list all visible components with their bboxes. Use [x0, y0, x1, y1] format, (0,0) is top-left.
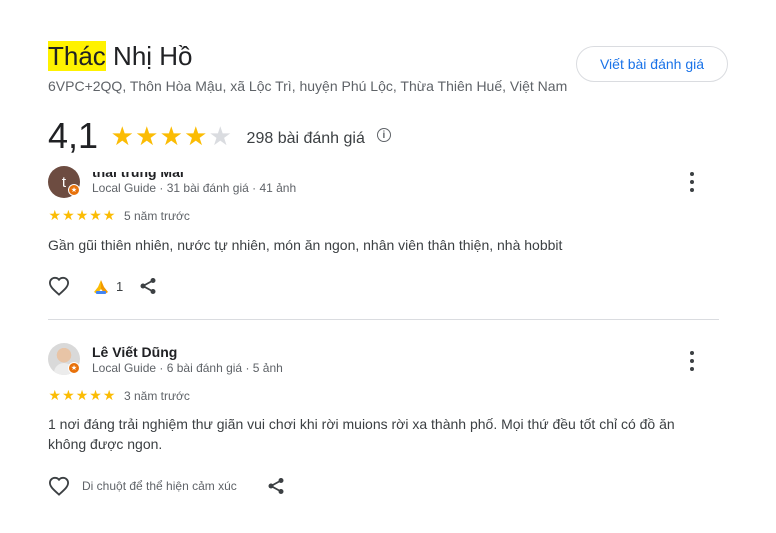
folded-hands-icon[interactable] [92, 277, 110, 295]
star-icon: ★ [159, 121, 183, 151]
rating-summary: 4,1 ★ ★ ★ ★ ★ 298 bài đánh giá i [48, 114, 391, 158]
more-options-icon[interactable] [688, 172, 696, 192]
share-icon[interactable] [267, 477, 285, 495]
review-date: 5 năm trước [124, 209, 190, 223]
star-empty-icon: ★ [208, 121, 232, 151]
reviewer-name[interactable]: thái trung Mai [92, 172, 184, 180]
review-stars: ★ ★ ★ ★ ★ [48, 388, 116, 402]
place-title: Thác Nhị Hồ [48, 41, 193, 72]
like-heart-icon[interactable] [48, 476, 70, 496]
star-icon: ★ [102, 387, 116, 403]
star-icon: ★ [89, 387, 102, 403]
average-rating: 4,1 [48, 115, 99, 156]
star-icon: ★ [48, 387, 62, 403]
review-date: 3 năm trước [124, 389, 190, 403]
reaction-count: 1 [116, 278, 124, 294]
local-guide-badge-icon: ★ [68, 362, 80, 374]
place-title-highlight: Thác [48, 41, 106, 71]
review-actions: 1 [48, 276, 157, 296]
reviewer-meta: Local Guide · 6 bài đánh giá · 5 ảnh [92, 361, 283, 375]
share-icon[interactable] [139, 277, 157, 295]
review-count: 298 bài đánh giá [246, 130, 365, 147]
divider [48, 319, 719, 320]
star-icon: ★ [48, 207, 62, 223]
reviewer-meta: Local Guide · 31 bài đánh giá · 41 ảnh [92, 181, 297, 195]
place-title-rest: Nhị Hồ [105, 41, 193, 71]
review-actions: Di chuột để thể hiện cảm xúc [48, 476, 285, 496]
star-icon: ★ [75, 387, 89, 403]
review-card: t ★ thái trung Mai Local Guide · 31 bài … [48, 160, 720, 310]
more-options-icon[interactable] [688, 351, 696, 371]
local-guide-badge-icon: ★ [68, 184, 80, 196]
review-card: ★ Lê Viết Dũng Local Guide · 6 bài đánh … [48, 340, 720, 510]
star-icon: ★ [102, 207, 116, 223]
star-icon: ★ [75, 207, 89, 223]
reviewer-name[interactable]: Lê Viết Dũng [92, 344, 177, 360]
place-address: 6VPC+2QQ, Thôn Hòa Mậu, xã Lộc Trì, huyệ… [48, 78, 568, 94]
star-icon: ★ [62, 387, 75, 403]
star-icon: ★ [135, 121, 159, 151]
write-review-button[interactable]: Viết bài đánh giá [576, 46, 728, 82]
review-stars: ★ ★ ★ ★ ★ [48, 208, 116, 222]
like-heart-icon[interactable] [48, 276, 70, 296]
star-icon: ★ [89, 207, 102, 223]
star-icon: ★ [62, 207, 75, 223]
info-icon[interactable]: i [376, 128, 391, 142]
review-text: Gần gũi thiên nhiên, nước tự nhiên, món … [48, 237, 563, 253]
rating-stars: ★ ★ ★ ★ ★ [110, 123, 233, 149]
star-icon: ★ [184, 121, 208, 151]
reaction-hint: Di chuột để thể hiện cảm xúc [82, 479, 237, 493]
review-text: 1 nơi đáng trải nghiệm thư giãn vui chơi… [48, 416, 675, 452]
star-icon: ★ [110, 121, 134, 151]
